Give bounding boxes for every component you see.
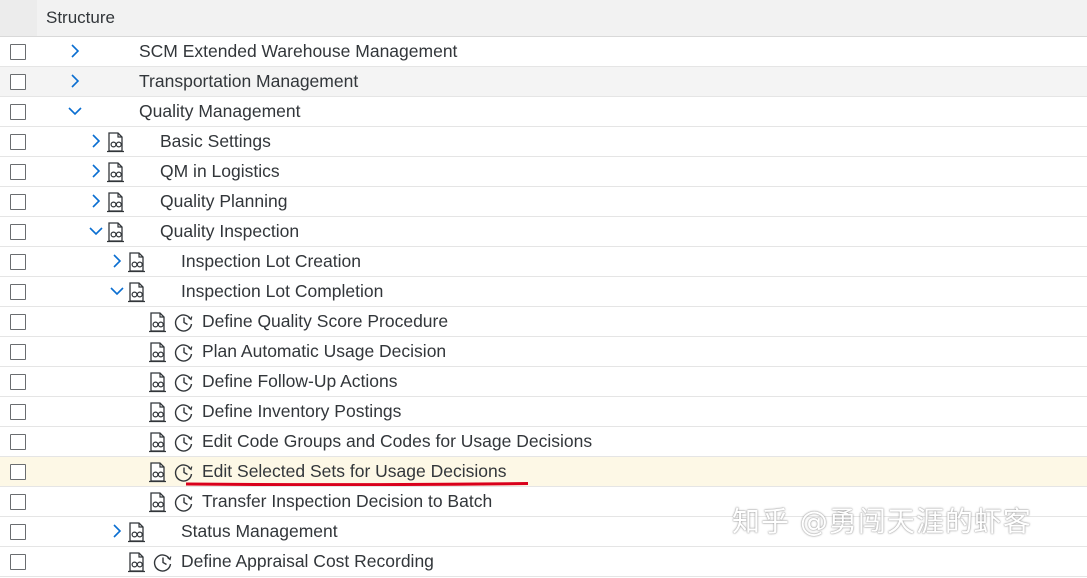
clock-icon[interactable] bbox=[153, 552, 173, 572]
chevron-down-icon[interactable] bbox=[67, 100, 83, 122]
clock-icon[interactable] bbox=[174, 312, 194, 332]
row-select-checkbox[interactable] bbox=[10, 344, 26, 360]
row-select-checkbox[interactable] bbox=[10, 284, 26, 300]
clock-icon[interactable] bbox=[174, 492, 194, 512]
documentation-icon[interactable] bbox=[148, 401, 168, 423]
tree-row-label[interactable]: Plan Automatic Usage Decision bbox=[202, 341, 446, 362]
tree-row[interactable]: Plan Automatic Usage Decision bbox=[0, 337, 1087, 367]
clock-icon[interactable] bbox=[174, 432, 194, 452]
watermark: 知乎 @勇闯天涯的虾客 bbox=[732, 505, 1032, 538]
documentation-icon[interactable] bbox=[127, 551, 147, 573]
tree-row-label: Inspection Lot Completion bbox=[181, 281, 384, 301]
tree-row-label: Basic Settings bbox=[160, 131, 271, 151]
documentation-icon[interactable] bbox=[148, 491, 168, 513]
row-select-checkbox[interactable] bbox=[10, 464, 26, 480]
row-select-checkbox[interactable] bbox=[10, 374, 26, 390]
documentation-icon[interactable] bbox=[148, 371, 168, 393]
tree-row[interactable]: Inspection Lot Completion bbox=[0, 277, 1087, 307]
documentation-icon[interactable] bbox=[148, 311, 168, 333]
tree-row[interactable]: QM in Logistics bbox=[0, 157, 1087, 187]
row-select-checkbox[interactable] bbox=[10, 194, 26, 210]
tree-row[interactable]: Define Inventory Postings bbox=[0, 397, 1087, 427]
chevron-right-icon[interactable] bbox=[67, 40, 83, 62]
row-select-checkbox[interactable] bbox=[10, 494, 26, 510]
tree-row[interactable]: Edit Code Groups and Codes for Usage Dec… bbox=[0, 427, 1087, 457]
column-title-structure: Structure bbox=[46, 8, 115, 27]
clock-icon[interactable] bbox=[174, 402, 194, 422]
tree-row[interactable]: Basic Settings bbox=[0, 127, 1087, 157]
tree-row[interactable]: Define Quality Score Procedure bbox=[0, 307, 1087, 337]
row-select-checkbox[interactable] bbox=[10, 134, 26, 150]
row-select-checkbox[interactable] bbox=[10, 104, 26, 120]
tree-row[interactable]: Define Appraisal Cost Recording bbox=[0, 547, 1087, 577]
chevron-right-icon[interactable] bbox=[109, 520, 125, 542]
row-select-checkbox[interactable] bbox=[10, 254, 26, 270]
documentation-icon[interactable] bbox=[127, 281, 147, 303]
tree-row-label: Quality Planning bbox=[160, 191, 288, 211]
clock-icon[interactable] bbox=[174, 372, 194, 392]
row-select-checkbox[interactable] bbox=[10, 314, 26, 330]
documentation-icon[interactable] bbox=[148, 431, 168, 453]
tree-row-label[interactable]: Define Inventory Postings bbox=[202, 401, 401, 422]
documentation-icon[interactable] bbox=[106, 191, 126, 213]
table-header: Structure bbox=[0, 0, 1087, 37]
row-select-checkbox[interactable] bbox=[10, 554, 26, 570]
chevron-right-icon[interactable] bbox=[67, 70, 83, 92]
tree-row-label: Transportation Management bbox=[139, 71, 359, 91]
chevron-right-icon[interactable] bbox=[88, 130, 104, 152]
tree-row-label: Inspection Lot Creation bbox=[181, 251, 361, 271]
tree-row-label: SCM Extended Warehouse Management bbox=[139, 41, 458, 61]
tree-row-label[interactable]: Define Follow-Up Actions bbox=[202, 371, 398, 392]
tree-row-label: QM in Logistics bbox=[160, 161, 280, 181]
tree-row-label[interactable]: Edit Code Groups and Codes for Usage Dec… bbox=[202, 431, 592, 452]
tree-row[interactable]: Inspection Lot Creation bbox=[0, 247, 1087, 277]
tree-row-label[interactable]: Edit Selected Sets for Usage Decisions bbox=[202, 461, 506, 482]
tree-row-label[interactable]: Define Quality Score Procedure bbox=[202, 311, 448, 332]
clock-icon[interactable] bbox=[174, 342, 194, 362]
tree-row-label: Status Management bbox=[181, 521, 338, 541]
row-select-checkbox[interactable] bbox=[10, 404, 26, 420]
tree-row[interactable]: SCM Extended Warehouse Management bbox=[0, 37, 1087, 67]
documentation-icon[interactable] bbox=[106, 131, 126, 153]
tree-row[interactable]: Define Follow-Up Actions bbox=[0, 367, 1087, 397]
tree-row-label[interactable]: Transfer Inspection Decision to Batch bbox=[202, 491, 492, 512]
documentation-icon[interactable] bbox=[106, 161, 126, 183]
row-select-checkbox[interactable] bbox=[10, 434, 26, 450]
select-all-column[interactable] bbox=[0, 0, 37, 36]
chevron-down-icon[interactable] bbox=[109, 280, 125, 302]
documentation-icon[interactable] bbox=[127, 521, 147, 543]
tree-row-label[interactable]: Define Appraisal Cost Recording bbox=[181, 551, 434, 572]
row-select-checkbox[interactable] bbox=[10, 164, 26, 180]
chevron-down-icon[interactable] bbox=[88, 220, 104, 242]
row-select-checkbox[interactable] bbox=[10, 224, 26, 240]
chevron-right-icon[interactable] bbox=[88, 190, 104, 212]
tree-row[interactable]: Quality Planning bbox=[0, 187, 1087, 217]
row-select-checkbox[interactable] bbox=[10, 44, 26, 60]
documentation-icon[interactable] bbox=[106, 221, 126, 243]
chevron-right-icon[interactable] bbox=[109, 250, 125, 272]
tree-row[interactable]: Quality Management bbox=[0, 97, 1087, 127]
tree-row[interactable]: Edit Selected Sets for Usage Decisions bbox=[0, 457, 1087, 487]
chevron-right-icon[interactable] bbox=[88, 160, 104, 182]
documentation-icon[interactable] bbox=[148, 461, 168, 483]
row-select-checkbox[interactable] bbox=[10, 74, 26, 90]
tree-row-label: Quality Inspection bbox=[160, 221, 300, 241]
red-underline-annotation bbox=[186, 482, 528, 486]
row-select-checkbox[interactable] bbox=[10, 524, 26, 540]
tree-row[interactable]: Transportation Management bbox=[0, 67, 1087, 97]
documentation-icon[interactable] bbox=[148, 341, 168, 363]
tree-row-label: Quality Management bbox=[139, 101, 301, 121]
clock-icon[interactable] bbox=[174, 462, 194, 482]
tree-row[interactable]: Quality Inspection bbox=[0, 217, 1087, 247]
documentation-icon[interactable] bbox=[127, 251, 147, 273]
